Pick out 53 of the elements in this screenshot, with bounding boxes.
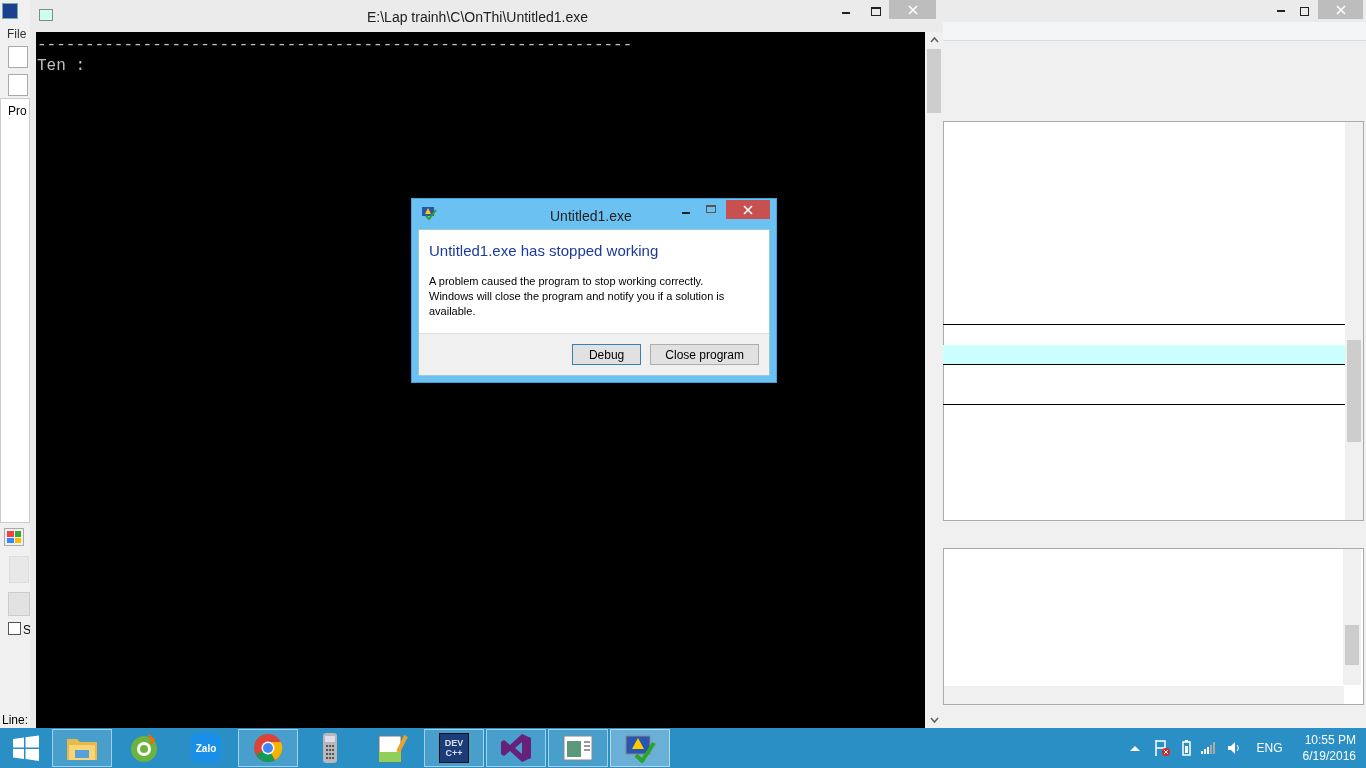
scroll-thumb[interactable]: [1347, 340, 1361, 442]
close-icon: [1335, 4, 1346, 15]
console-line: --------------------------------------------------------------: [37, 35, 633, 56]
status-text: Line:: [2, 712, 29, 729]
taskbar-app[interactable]: [238, 729, 298, 767]
chat-logo-icon: Zalo: [191, 733, 221, 763]
scrollbar[interactable]: [1345, 122, 1363, 520]
notepad-icon: [376, 732, 408, 764]
dialog-heading: Untitled1.exe has stopped working: [429, 241, 660, 261]
window-icon: [39, 9, 53, 21]
horizontal-scrollbar[interactable]: [944, 686, 1344, 704]
ide-logo-icon: DEV C++: [439, 733, 469, 763]
close-icon: [743, 204, 753, 215]
checkbox[interactable]: [8, 622, 21, 635]
error-report-icon: [624, 733, 656, 763]
dialog-button[interactable]: Debug: [571, 344, 642, 365]
scroll-thumb[interactable]: [927, 49, 941, 113]
windows-logo-icon: [13, 735, 39, 761]
dialog-button[interactable]: Close program: [650, 344, 759, 365]
error-report-icon: [421, 205, 437, 221]
battery-icon[interactable]: [1181, 740, 1191, 756]
scrollbar[interactable]: [1343, 549, 1361, 685]
toolbar-button[interactable]: [8, 74, 28, 96]
menu-item[interactable]: File: [7, 25, 27, 43]
clock-time[interactable]: 10:55 PM: [1304, 732, 1356, 748]
signal-icon[interactable]: [1200, 742, 1217, 754]
toolbar-button[interactable]: [8, 46, 28, 68]
dialog-title: Untitled1.exe: [550, 207, 632, 226]
console-line: Ten :: [37, 56, 85, 77]
taskbar-app[interactable]: [548, 729, 608, 767]
flag-icon[interactable]: [1153, 739, 1170, 757]
leaf-logo-icon: [129, 733, 159, 763]
speaker-icon[interactable]: [1226, 741, 1241, 755]
scrollbar[interactable]: [925, 32, 943, 728]
show-hidden-icons-icon[interactable]: [1129, 745, 1140, 751]
taskbar-app[interactable]: DEV C++: [424, 729, 484, 767]
window-icon: [563, 735, 593, 761]
clock-date[interactable]: 6/19/2016: [1302, 748, 1356, 764]
panel-tab-icon[interactable]: [4, 528, 24, 546]
chrome-logo-icon: [253, 733, 283, 763]
dialog-message: A problem caused the program to stop working correctly. Windows will close the program and notify you if a solution is available.: [429, 274, 726, 319]
window-title: E:\Lap trainh\C\OnThi\Untitled1.exe: [367, 8, 588, 27]
scroll-thumb[interactable]: [1345, 625, 1359, 665]
taskbar-app[interactable]: [610, 729, 670, 767]
close-icon: [907, 4, 918, 15]
taskbar-app[interactable]: [486, 729, 546, 767]
calculator-icon: [322, 732, 338, 764]
checkbox-label: S: [23, 622, 31, 639]
panel-tab[interactable]: Pro: [8, 102, 27, 120]
language-indicator[interactable]: ENG: [1256, 739, 1283, 757]
app-logo-icon: [2, 3, 18, 19]
close-button[interactable]: [726, 200, 770, 219]
infinity-logo-icon: [500, 733, 532, 763]
